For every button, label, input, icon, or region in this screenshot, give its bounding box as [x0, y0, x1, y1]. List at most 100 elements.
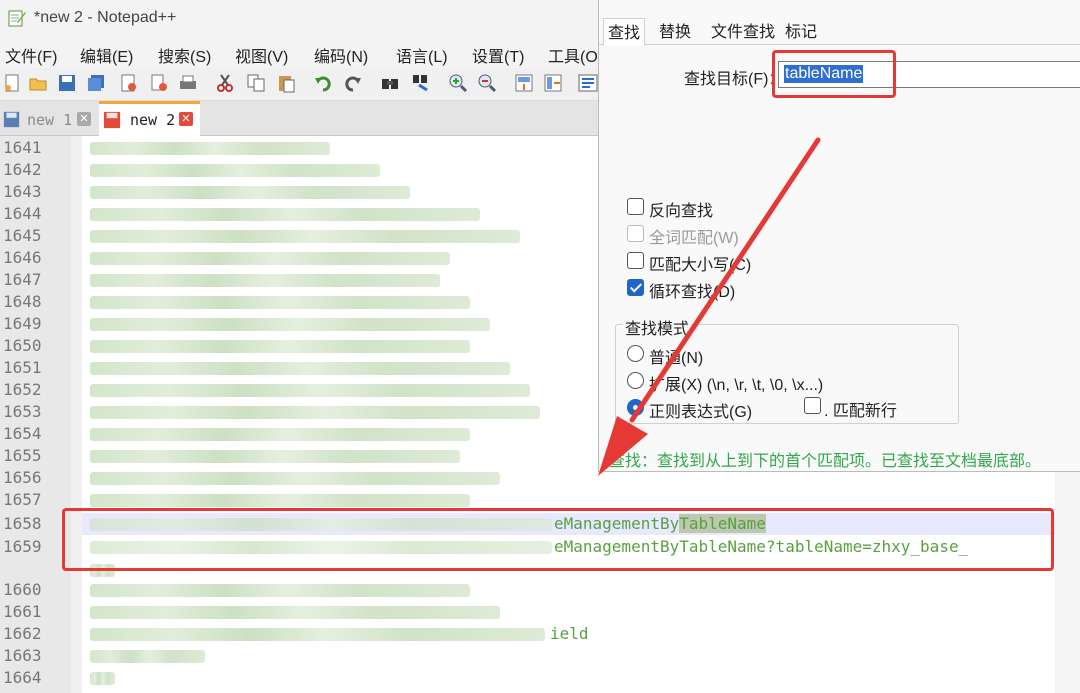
line-number: 1662	[3, 624, 42, 643]
sync-h-icon[interactable]	[543, 73, 563, 93]
redacted-code	[90, 318, 490, 331]
line-number: 1659	[3, 537, 42, 556]
line-number: 1657	[3, 490, 42, 509]
saved-file-icon	[3, 111, 20, 128]
tab-label: new 1	[27, 111, 73, 129]
dot-matches-newline-label: . 匹配新行	[824, 403, 897, 420]
mode-extended-radio[interactable]	[627, 372, 644, 389]
tab-close-icon[interactable]: ✕	[179, 112, 193, 126]
document-tab-bar: new 1 ✕ new 2 ✕	[0, 101, 600, 138]
wrap-around-checkbox[interactable]	[627, 279, 644, 296]
menu-language[interactable]: 语言(L)	[396, 43, 448, 67]
find-dialog-tabs: 查找 替换 文件查找 标记	[599, 14, 1080, 46]
line-number: 1664	[3, 668, 42, 687]
print-icon[interactable]	[178, 73, 198, 93]
close-icon[interactable]	[118, 73, 138, 93]
reverse-search-checkbox[interactable]	[627, 198, 644, 215]
line-number: 1663	[3, 646, 42, 665]
unsaved-file-icon	[103, 111, 121, 129]
redacted-code	[90, 142, 330, 155]
menu-bar: 文件(F) 编辑(E) 搜索(S) 视图(V) 编码(N) 语言(L) 设置(T…	[0, 38, 600, 68]
new-file-icon[interactable]	[2, 73, 22, 93]
menu-file[interactable]: 文件(F)	[5, 43, 57, 67]
zoom-out-icon[interactable]	[477, 73, 497, 93]
save-all-icon[interactable]	[86, 73, 106, 93]
redacted-code	[90, 340, 470, 353]
menu-encoding[interactable]: 编码(N)	[314, 43, 368, 67]
redacted-code	[90, 428, 470, 441]
toolbar	[0, 68, 600, 101]
fold-margin	[71, 136, 82, 693]
tab-mark[interactable]: 标记	[781, 18, 821, 44]
zoom-in-icon[interactable]	[448, 73, 468, 93]
redacted-code	[90, 628, 545, 641]
save-icon[interactable]	[57, 73, 77, 93]
mode-extended-label: 扩展(X) (\n, \r, \t, \0, \x...)	[649, 377, 824, 394]
redacted-code	[90, 164, 380, 177]
paste-icon[interactable]	[276, 73, 296, 93]
menu-search[interactable]: 搜索(S)	[158, 43, 211, 67]
wrap-icon[interactable]	[578, 73, 598, 93]
redacted-code	[90, 384, 530, 397]
tab-label: new 2	[130, 111, 176, 129]
mode-regex-label: 正则表达式(G)	[649, 404, 753, 421]
cut-icon[interactable]	[215, 73, 235, 93]
tab-new-1[interactable]: new 1 ✕	[0, 104, 97, 134]
tab-replace[interactable]: 替换	[655, 18, 695, 44]
dot-matches-newline-checkbox[interactable]	[804, 397, 821, 414]
menu-edit[interactable]: 编辑(E)	[80, 43, 133, 67]
line-number: 1641	[3, 138, 42, 157]
tab-find-in-files[interactable]: 文件查找	[707, 18, 779, 44]
line-number: 1642	[3, 160, 42, 179]
code-line-1662: ield	[550, 624, 589, 643]
line-number: 1649	[3, 314, 42, 333]
match-case-checkbox[interactable]	[627, 252, 644, 269]
line-number: 1646	[3, 248, 42, 267]
match-case-label: 匹配大小写(C)	[649, 257, 752, 274]
redacted-code	[90, 362, 510, 375]
line-number: 1660	[3, 580, 42, 599]
redacted-code	[90, 650, 205, 663]
annotation-box-find-input	[772, 50, 896, 98]
line-number: 1648	[3, 292, 42, 311]
line-number: 1644	[3, 204, 42, 223]
mode-regex-radio[interactable]	[627, 399, 644, 416]
redacted-code	[90, 208, 480, 221]
line-number: 1652	[3, 380, 42, 399]
line-number: 1661	[3, 602, 42, 621]
menu-tools[interactable]: 工具(O	[548, 43, 598, 67]
tab-new-2[interactable]: new 2 ✕	[99, 101, 200, 138]
redacted-code	[90, 494, 470, 507]
close-all-icon[interactable]	[149, 73, 169, 93]
redacted-code	[90, 296, 470, 309]
tab-close-icon[interactable]: ✕	[77, 112, 91, 126]
search-mode-title: 查找模式	[623, 315, 692, 339]
line-number: 1650	[3, 336, 42, 355]
sync-v-icon[interactable]	[514, 73, 534, 93]
whole-word-checkbox[interactable]	[627, 225, 644, 242]
replace-icon[interactable]	[411, 73, 431, 93]
redacted-code	[90, 450, 460, 463]
annotation-box-matched-lines	[62, 508, 1054, 571]
title-bar: *new 2 - Notepad++	[0, 0, 600, 38]
redacted-code	[90, 252, 450, 265]
menu-settings[interactable]: 设置(T)	[472, 43, 524, 67]
find-status-message: 查找：查找到从上到下的首个匹配项。已查找至文档最底部。	[609, 453, 1042, 470]
mode-normal-label: 普通(N)	[649, 350, 704, 367]
line-number: 1645	[3, 226, 42, 245]
redacted-code	[90, 186, 410, 199]
line-number: 1655	[3, 446, 42, 465]
line-number: 1653	[3, 402, 42, 421]
tab-find[interactable]: 查找	[603, 18, 646, 46]
redacted-code	[90, 472, 500, 485]
find-icon[interactable]	[380, 73, 400, 93]
redacted-code	[90, 274, 440, 287]
undo-icon[interactable]	[313, 73, 333, 93]
open-file-icon[interactable]	[28, 73, 48, 93]
redo-icon[interactable]	[343, 73, 363, 93]
find-what-label: 查找目标(F)：	[684, 71, 785, 88]
mode-normal-radio[interactable]	[627, 345, 644, 362]
redacted-code	[90, 584, 470, 597]
copy-icon[interactable]	[246, 73, 266, 93]
menu-view[interactable]: 视图(V)	[235, 43, 288, 67]
